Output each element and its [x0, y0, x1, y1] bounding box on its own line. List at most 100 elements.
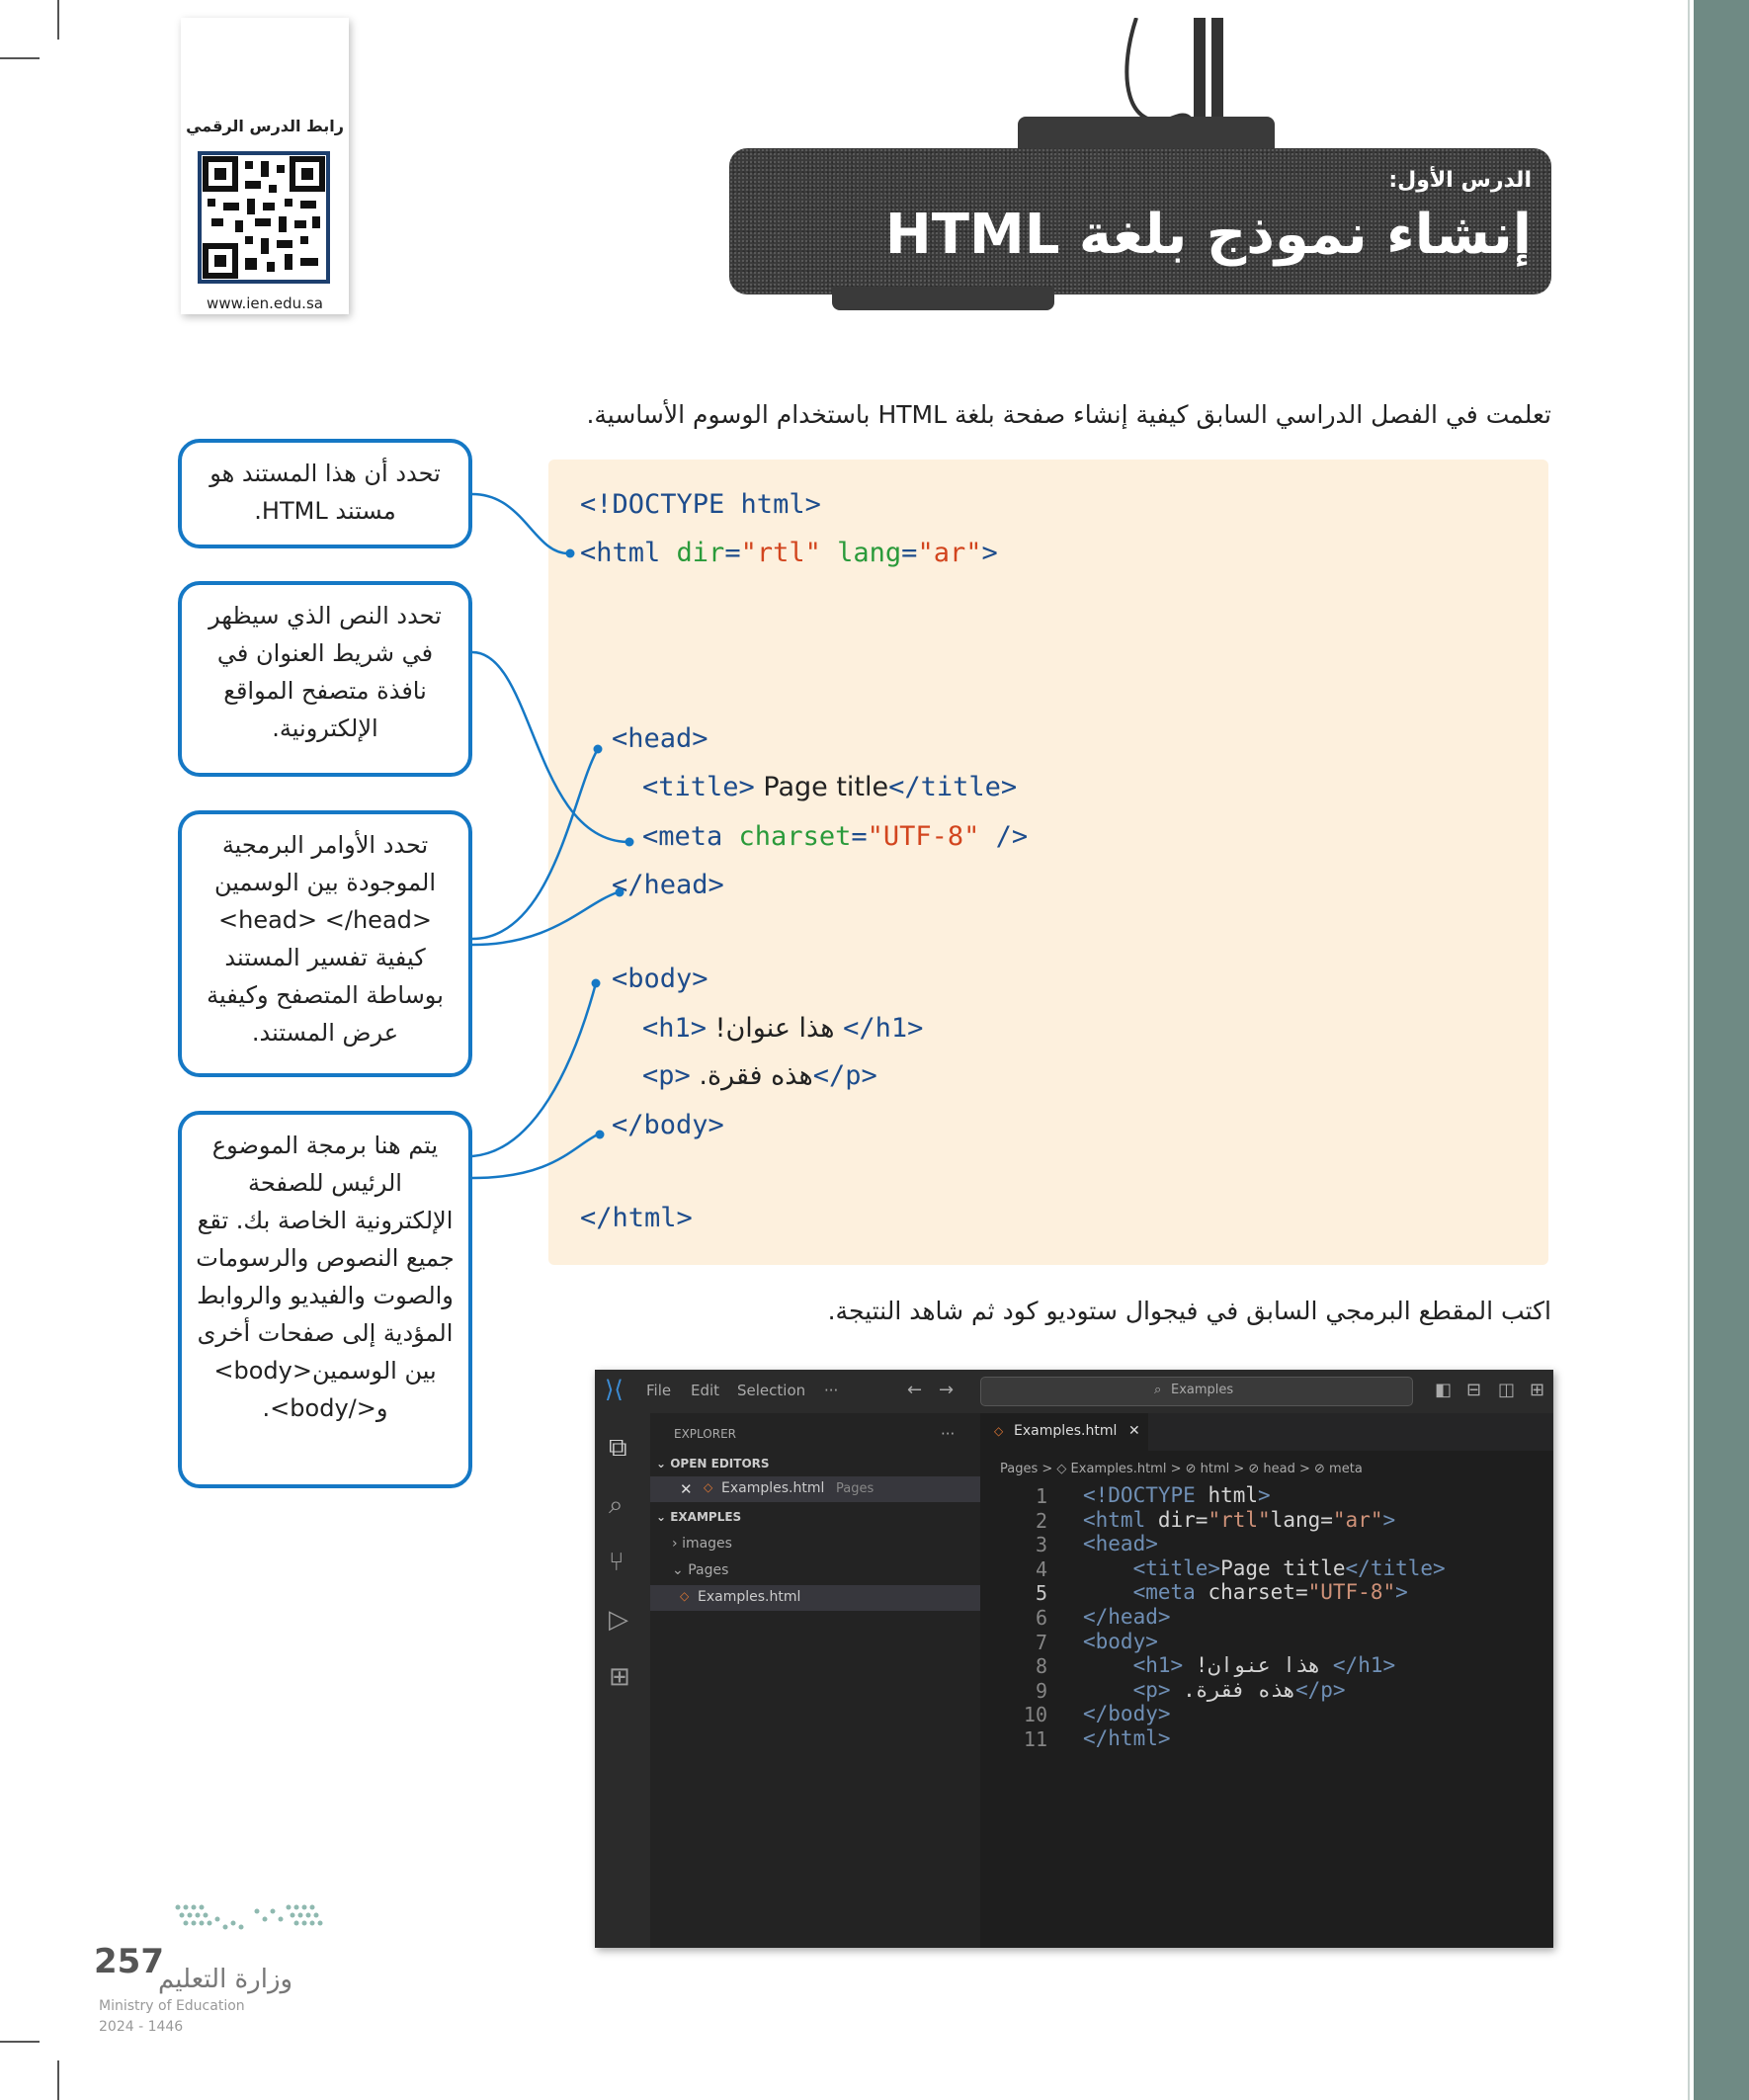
code-token: </html> — [1083, 1726, 1171, 1750]
line-number: 5 — [1035, 1581, 1047, 1606]
code-token: lang — [837, 538, 902, 568]
qr-card: رابط الدرس الرقمي www.ien.edu.sa — [181, 18, 349, 314]
code-token: .هذه فقرة — [690, 1060, 813, 1091]
code-token: !هذا عنوان — [707, 1013, 844, 1044]
code-token: > — [1382, 1507, 1396, 1532]
line-number: 11 — [1023, 1727, 1047, 1751]
code-token: .هذه فقرة — [1170, 1677, 1295, 1702]
examples-folder-label: EXAMPLES — [670, 1510, 742, 1524]
layout-customize-icon[interactable]: ⊞ — [1530, 1380, 1544, 1400]
code-token: <meta — [642, 821, 739, 852]
code-line[interactable]: <!DOCTYPE html> — [1083, 1483, 1271, 1507]
code-token: dir — [676, 538, 725, 568]
crop-mark — [0, 57, 40, 59]
code-token: Page title — [754, 772, 889, 802]
layout-panel-icon[interactable]: ⊟ — [1466, 1380, 1481, 1400]
lesson-title: إنشاء نموذج بلغة HTML — [884, 203, 1532, 267]
code-line-title: <title> Page title</title> — [642, 772, 1017, 802]
code-token: <body> — [612, 964, 708, 994]
explorer-more-icon[interactable]: ··· — [941, 1425, 955, 1443]
code-line[interactable]: <h1> !هذا عنوان </h1> — [1083, 1653, 1396, 1678]
code-line-html-open: <html dir="rtl" lang="ar"> — [580, 538, 998, 568]
editor-tabs: ◇ Examples.html ✕ — [980, 1413, 1553, 1451]
command-search[interactable]: ⌕ Examples — [980, 1377, 1413, 1406]
code-token: Page title — [1220, 1555, 1346, 1580]
ministry-name-en: Ministry of Education — [99, 1998, 245, 2014]
callout-body: يتم هنا برمجة الموضوع الرئيس للصفحة الإل… — [178, 1111, 472, 1488]
code-line[interactable]: <body> — [1083, 1630, 1158, 1653]
code-token: "rtl" — [740, 538, 821, 568]
code-line[interactable]: </head> — [1083, 1605, 1171, 1629]
vscode-window: ⟩⟨ File Edit Selection ··· ← → ⌕ Example… — [595, 1370, 1553, 1948]
qr-url[interactable]: www.ien.edu.sa — [181, 294, 349, 312]
search-text: Examples — [1171, 1383, 1234, 1397]
qr-code-icon[interactable] — [198, 151, 330, 284]
code-line[interactable]: </html> — [1083, 1726, 1171, 1750]
code-token: = — [1195, 1507, 1208, 1532]
forward-arrow-icon[interactable]: → — [939, 1380, 954, 1400]
open-file-name: Examples.html — [721, 1480, 825, 1496]
menu-selection[interactable]: Selection — [737, 1382, 805, 1399]
code-sample: <!DOCTYPE html> <html dir="rtl" lang="ar… — [548, 460, 1548, 1265]
code-token: > — [1395, 1580, 1408, 1605]
line-number: 6 — [1035, 1606, 1047, 1630]
callout-title: تحدد النص الذي سيظهر في شريط العنوان في … — [178, 581, 472, 777]
examples-folder-header[interactable]: ⌄ EXAMPLES — [656, 1510, 741, 1524]
search-icon: ⌕ — [1154, 1383, 1162, 1397]
menu-edit[interactable]: Edit — [691, 1382, 719, 1399]
code-token: "ar" — [1332, 1507, 1383, 1532]
tab-close-icon[interactable]: ✕ — [1128, 1423, 1140, 1439]
code-token: </body> — [612, 1110, 724, 1140]
code-token: !هذا عنوان — [1183, 1653, 1333, 1678]
code-token: charset — [1208, 1580, 1295, 1605]
code-token: <h1> — [642, 1013, 708, 1044]
code-line-meta: <meta charset="UTF-8" /> — [642, 821, 1029, 852]
line-number: 3 — [1035, 1533, 1047, 1557]
layout-split-icon[interactable]: ◫ — [1498, 1380, 1515, 1400]
open-editor-item[interactable]: ✕ ◇ Examples.html Pages — [650, 1476, 980, 1502]
menu-file[interactable]: File — [646, 1382, 671, 1399]
code-line[interactable]: <html dir="rtl"lang="ar"> — [1083, 1508, 1395, 1532]
code-line-h1: <h1> !هذا عنوان </h1> — [642, 1013, 923, 1044]
extensions-icon[interactable]: ⊞ — [609, 1662, 630, 1692]
open-file-folder: Pages — [836, 1481, 874, 1496]
code-token: <meta — [1132, 1580, 1208, 1605]
explorer-icon[interactable]: ⧉ — [609, 1433, 627, 1464]
menu-more[interactable]: ··· — [824, 1382, 838, 1399]
html-file-icon: ◇ — [680, 1589, 690, 1603]
tree-folder-images[interactable]: › images — [672, 1536, 732, 1552]
open-editors-header[interactable]: ⌄ OPEN EDITORS — [656, 1457, 770, 1470]
code-line[interactable]: <title>Page title</title> — [1083, 1556, 1446, 1580]
search-icon[interactable]: ⌕ — [609, 1490, 624, 1521]
code-line[interactable]: <head> — [1083, 1532, 1158, 1555]
line-number: 9 — [1035, 1678, 1047, 1703]
code-line-body-close: </body> — [612, 1110, 724, 1140]
code-line-p: <p> .هذه فقرة</p> — [642, 1060, 877, 1091]
code-token: html — [1208, 1483, 1259, 1507]
layout-sidebar-icon[interactable]: ◧ — [1435, 1380, 1452, 1400]
tree-folder-pages[interactable]: ⌄ Pages — [672, 1562, 728, 1578]
code-token: </p> — [1294, 1677, 1346, 1702]
run-debug-icon[interactable]: ▷ — [609, 1605, 628, 1635]
intro-text: تعلمت في الفصل الدراسي السابق كيفية إنشا… — [586, 400, 1551, 429]
lesson-label: الدرس الأول: — [1388, 168, 1532, 193]
code-line[interactable]: <p> .هذه فقرة</p> — [1083, 1678, 1346, 1702]
back-arrow-icon[interactable]: ← — [907, 1380, 922, 1400]
source-control-icon[interactable]: ⑂ — [609, 1548, 625, 1577]
code-line-head-close: </head> — [612, 870, 724, 900]
tree-file-item[interactable]: ◇ Examples.html — [650, 1585, 980, 1611]
breadcrumb[interactable]: Pages > ◇ Examples.html > ⊘ html > ⊘ hea… — [1000, 1462, 1363, 1476]
close-icon[interactable]: ✕ — [680, 1480, 693, 1498]
code-token: charset — [738, 821, 852, 852]
code-token: <p> — [1132, 1677, 1171, 1702]
callout-head: تحدد الأوامر البرمجية الموجودة بين الوسم… — [178, 810, 472, 1077]
code-token: <!DOCTYPE html> — [580, 489, 821, 520]
editor-tab[interactable]: ◇ Examples.html ✕ — [980, 1413, 1148, 1451]
explorer-sidebar: EXPLORER ··· ⌄ OPEN EDITORS ✕ ◇ Examples… — [650, 1413, 980, 1948]
code-line[interactable]: </body> — [1083, 1702, 1171, 1725]
crop-mark — [57, 2060, 59, 2100]
tab-label: Examples.html — [1014, 1423, 1118, 1439]
crop-mark — [57, 0, 59, 40]
code-line[interactable]: <meta charset="UTF-8"> — [1083, 1580, 1408, 1604]
